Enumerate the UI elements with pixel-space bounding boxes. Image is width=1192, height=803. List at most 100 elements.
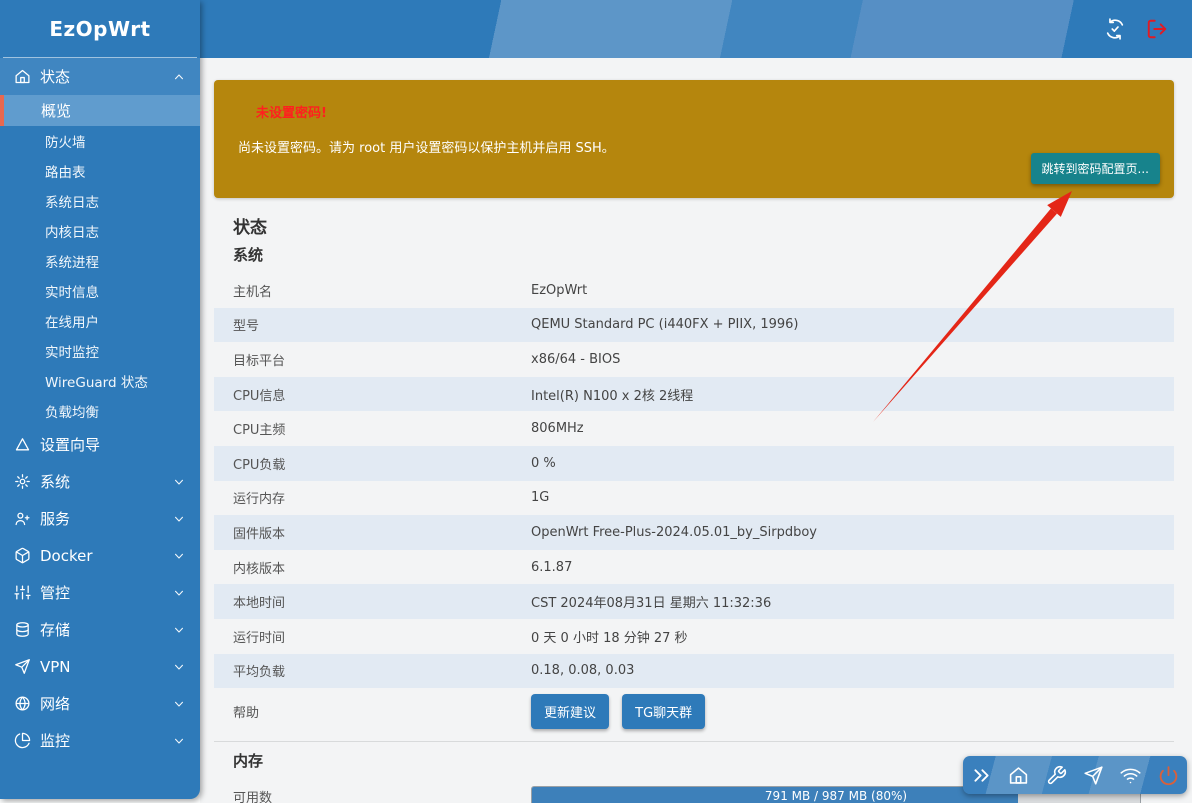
sidebar-item-label: 路由表 xyxy=(45,165,86,181)
sidebar-item-label: 防火墙 xyxy=(45,135,86,151)
package-icon xyxy=(15,547,30,564)
goto-password-config-button[interactable]: 跳转到密码配置页... xyxy=(1030,153,1160,184)
table-row: 平均负载 0.18, 0.08, 0.03 xyxy=(214,653,1174,689)
sidebar-item-storage[interactable]: 存储 xyxy=(0,611,200,648)
chevron-down-icon xyxy=(174,516,184,522)
table-row: 型号 QEMU Standard PC (i440FX + PIIX, 1996) xyxy=(214,307,1174,343)
chevron-up-icon xyxy=(174,73,184,79)
home-icon xyxy=(15,69,30,84)
row-value: CST 2024年08月31日 星期六 11:32:36 xyxy=(531,596,772,612)
sidebar-item-firewall[interactable]: 防火墙 xyxy=(0,126,200,156)
topbar xyxy=(200,0,1192,58)
row-value: 0 天 0 小时 18 分钟 27 秒 xyxy=(531,630,688,646)
sidebar-item-label: Docker xyxy=(40,546,93,565)
sidebar-item-status[interactable]: 状态 xyxy=(0,58,200,95)
sidebar-item-overview[interactable]: 概览 xyxy=(0,95,200,126)
page-title: 状态 xyxy=(233,218,267,238)
expand-icon[interactable] xyxy=(971,765,992,786)
row-value: Intel(R) N100 x 2核 2线程 xyxy=(531,388,694,404)
chevron-down-icon xyxy=(174,664,184,670)
sidebar-item-kernel-log[interactable]: 内核日志 xyxy=(0,216,200,246)
sidebar-item-label: 网络 xyxy=(40,695,71,713)
sidebar-item-label: 在线用户 xyxy=(45,315,99,331)
tg-chat-group-button[interactable]: TG聊天群 xyxy=(622,693,706,729)
table-row: 内核版本 6.1.87 xyxy=(214,550,1174,585)
sidebar: EzOpWrt 状态 概览 防火墙 路由表 系统日志 内核日志 系统进程 实时信… xyxy=(0,0,200,799)
send-icon[interactable] xyxy=(1083,765,1104,786)
section-divider xyxy=(214,741,1174,743)
sidebar-item-routes[interactable]: 路由表 xyxy=(0,156,200,186)
row-value: OpenWrt Free-Plus-2024.05.01_by_Sirpdboy xyxy=(531,524,817,540)
home-icon[interactable] xyxy=(1008,765,1029,786)
help-row: 帮助 更新建议 TG聊天群 xyxy=(214,688,1174,734)
sidebar-item-monitor[interactable]: 监控 xyxy=(0,722,200,759)
row-value: 0.18, 0.08, 0.03 xyxy=(531,663,635,679)
row-value: 0 % xyxy=(531,455,556,471)
pie-chart-icon xyxy=(14,732,31,749)
sidebar-item-label: 存储 xyxy=(40,621,71,639)
wifi-icon[interactable] xyxy=(1120,765,1142,786)
sidebar-item-label: 系统进程 xyxy=(45,255,99,271)
sidebar-item-online-users[interactable]: 在线用户 xyxy=(0,306,200,336)
triangle-icon xyxy=(15,438,30,451)
table-row: 本地时间 CST 2024年08月31日 星期六 11:32:36 xyxy=(214,584,1174,619)
sidebar-item-docker[interactable]: Docker xyxy=(0,537,200,574)
table-row: 运行时间 0 天 0 小时 18 分钟 27 秒 xyxy=(214,619,1174,654)
user-plus-icon xyxy=(15,512,30,526)
wrench-icon[interactable] xyxy=(1046,765,1067,786)
chevron-down-icon xyxy=(174,590,184,596)
row-label: 运行内存 xyxy=(233,492,286,508)
chevron-down-icon xyxy=(174,738,184,744)
sidebar-item-label: VPN xyxy=(40,657,71,676)
row-label: 目标平台 xyxy=(233,353,286,369)
gear-icon xyxy=(15,474,30,489)
row-value: 1G xyxy=(531,490,550,506)
row-value: EzOpWrt xyxy=(531,282,588,298)
power-icon[interactable] xyxy=(1158,765,1179,786)
main-content: 未设置密码! 尚未设置密码。请为 root 用户设置密码以保护主机并启用 SSH… xyxy=(200,58,1192,803)
sidebar-item-load-balancing[interactable]: 负载均衡 xyxy=(0,396,200,426)
table-row: 目标平台 x86/64 - BIOS xyxy=(214,342,1174,377)
chevron-down-icon xyxy=(174,701,184,707)
sidebar-item-services[interactable]: 服务 xyxy=(0,500,200,537)
row-label: 本地时间 xyxy=(233,596,286,612)
banner-title: 未设置密码! xyxy=(256,106,327,121)
sidebar-item-label: 服务 xyxy=(40,510,71,528)
table-row: CPU信息 Intel(R) N100 x 2核 2线程 xyxy=(214,376,1174,412)
sidebar-item-control[interactable]: 管控 xyxy=(0,574,200,611)
system-info-table: 主机名 EzOpWrt 型号 QEMU Standard PC (i440FX + … xyxy=(214,273,1174,734)
sync-check-icon[interactable] xyxy=(1104,18,1126,40)
sidebar-item-network[interactable]: 网络 xyxy=(0,685,200,722)
logout-icon[interactable] xyxy=(1146,18,1168,40)
password-warning-banner: 未设置密码! 尚未设置密码。请为 root 用户设置密码以保护主机并启用 SSH… xyxy=(214,80,1174,198)
row-label: 型号 xyxy=(233,319,260,335)
sidebar-item-label: 负载均衡 xyxy=(45,405,99,421)
banner-message: 尚未设置密码。请为 root 用户设置密码以保护主机并启用 SSH。 xyxy=(238,141,615,156)
sidebar-item-vpn[interactable]: VPN xyxy=(0,648,200,685)
sidebar-item-label: 实时监控 xyxy=(45,345,99,361)
database-icon xyxy=(16,622,29,637)
row-value: x86/64 - BIOS xyxy=(531,351,621,367)
sidebar-item-system-log[interactable]: 系统日志 xyxy=(0,186,200,216)
system-section-title: 系统 xyxy=(233,246,264,264)
send-icon xyxy=(15,659,30,674)
row-label: 内核版本 xyxy=(233,561,286,577)
sidebar-item-realtime-monitor[interactable]: 实时监控 xyxy=(0,336,200,366)
row-label: CPU信息 xyxy=(233,388,286,404)
sidebar-item-wireguard-status[interactable]: WireGuard 状态 xyxy=(0,366,200,396)
sidebar-item-label: 系统 xyxy=(40,473,71,491)
sidebar-item-setup-wizard[interactable]: 设置向导 xyxy=(0,426,200,463)
row-label: CPU主频 xyxy=(233,423,286,439)
sidebar-item-label: WireGuard 状态 xyxy=(45,375,148,391)
sidebar-item-realtime-info[interactable]: 实时信息 xyxy=(0,276,200,306)
chevron-down-icon xyxy=(174,479,184,485)
table-row: 主机名 EzOpWrt xyxy=(214,273,1174,308)
sidebar-item-system[interactable]: 系统 xyxy=(0,463,200,500)
row-label: 帮助 xyxy=(233,705,260,721)
sidebar-item-processes[interactable]: 系统进程 xyxy=(0,246,200,276)
table-row: CPU主频 806MHz xyxy=(214,411,1174,446)
table-row: 固件版本 OpenWrt Free-Plus-2024.05.01_by_Sirp… xyxy=(214,515,1174,550)
update-suggestion-button[interactable]: 更新建议 xyxy=(531,693,610,729)
sidebar-item-label: 内核日志 xyxy=(45,225,99,241)
row-label: 主机名 xyxy=(233,284,273,300)
